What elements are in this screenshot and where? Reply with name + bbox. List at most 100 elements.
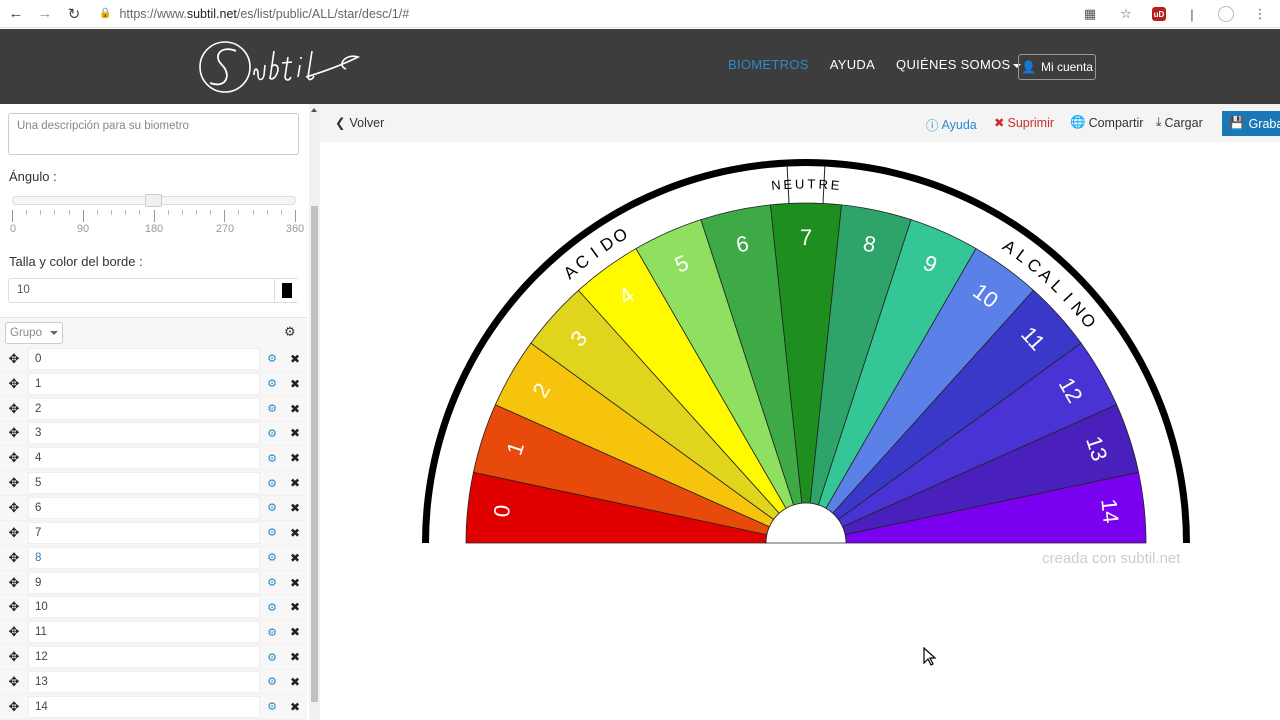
gear-icon[interactable]: ⚙: [260, 352, 284, 365]
sector-label: 0: [489, 504, 515, 519]
account-button[interactable]: 👤 Mi cuenta: [1018, 54, 1096, 80]
gear-icon[interactable]: ⚙: [260, 576, 284, 589]
close-icon[interactable]: ✖: [284, 576, 306, 590]
sector-name-input[interactable]: 14: [28, 695, 260, 718]
move-icon[interactable]: ✥: [0, 425, 28, 441]
nav-biometros[interactable]: BIOMETROS: [728, 57, 809, 72]
biometer-chart[interactable]: 0123456 7 891011121314ACIDON E U T R EALCALINO: [320, 142, 1280, 602]
load-button[interactable]: ⤓ Cargar: [1156, 115, 1203, 130]
gear-icon[interactable]: ⚙: [260, 651, 284, 664]
move-icon[interactable]: ✥: [0, 699, 28, 715]
close-icon[interactable]: ✖: [284, 551, 306, 565]
slider-tick: [195, 210, 197, 215]
move-icon[interactable]: ✥: [0, 450, 28, 466]
translate-icon[interactable]: ▦: [1080, 4, 1100, 24]
sector-name-input[interactable]: 9: [28, 571, 260, 594]
sector-name-input[interactable]: 0: [28, 347, 260, 370]
sector-name-input[interactable]: 3: [28, 422, 260, 445]
ublock-extension-icon[interactable]: uD: [1152, 7, 1166, 21]
description-textarea[interactable]: Una descripción para su biometro: [8, 113, 299, 155]
gear-icon[interactable]: ⚙: [260, 402, 284, 415]
close-icon[interactable]: ✖: [284, 451, 306, 465]
close-icon[interactable]: ✖: [284, 352, 306, 366]
nav-ayuda[interactable]: AYUDA: [830, 57, 875, 72]
sector-list: ✥ 0 ⚙ ✖ ✥ 1 ⚙ ✖ ✥ 2 ⚙ ✖ ✥ 3 ⚙ ✖ ✥ 4 ⚙ ✖ ✥ 5 ⚙ ✖ ✥ 6 ⚙ ✖ ✥ 7 ⚙ ✖ ✥ 8 ⚙ ✖ ✥ 9 ⚙ ✖…: [0, 347, 307, 720]
move-icon[interactable]: ✥: [0, 475, 28, 491]
angle-tick-labels: 0 90 180 270 360: [0, 223, 320, 237]
sector-name-input[interactable]: 7: [28, 521, 260, 544]
address-bar[interactable]: 🔒 https://www. subtil.net/es/list/public/…: [99, 7, 409, 21]
close-icon[interactable]: ✖: [284, 426, 306, 440]
sector-name-input[interactable]: 4: [28, 447, 260, 470]
move-icon[interactable]: ✥: [0, 649, 28, 665]
help-button[interactable]: ⓘ Ayuda: [926, 115, 977, 134]
gear-icon[interactable]: ⚙: [260, 377, 284, 390]
close-icon[interactable]: ✖: [284, 501, 306, 515]
sector-name-input[interactable]: 10: [28, 596, 260, 619]
nav-quienes-somos[interactable]: QUIÉNES SOMOS: [896, 57, 1022, 72]
gear-icon[interactable]: ⚙: [260, 452, 284, 465]
scrollbar-thumb[interactable]: [311, 206, 318, 702]
move-icon[interactable]: ✥: [0, 674, 28, 690]
close-icon[interactable]: ✖: [284, 377, 306, 391]
move-icon[interactable]: ✥: [0, 376, 28, 392]
close-icon[interactable]: ✖: [284, 675, 306, 689]
menu-dots-icon[interactable]: ⋮: [1250, 4, 1270, 24]
gear-icon[interactable]: ⚙: [260, 526, 284, 539]
close-icon[interactable]: ✖: [284, 600, 306, 614]
move-icon[interactable]: ✥: [0, 575, 28, 591]
save-button[interactable]: 💾 Grabar: [1222, 111, 1280, 136]
sector-name-input[interactable]: 11: [28, 621, 260, 644]
back-arrow-icon[interactable]: ←: [3, 1, 29, 27]
delete-button[interactable]: ✖ Suprimir: [994, 115, 1054, 131]
gear-icon[interactable]: ⚙: [260, 675, 284, 688]
sector-name-input[interactable]: 6: [28, 496, 260, 519]
move-icon[interactable]: ✥: [0, 351, 28, 367]
subtil-logo[interactable]: [196, 37, 366, 97]
move-icon[interactable]: ✥: [0, 624, 28, 640]
back-link[interactable]: ❮ Volver: [335, 115, 384, 131]
reload-icon[interactable]: ↻: [61, 1, 87, 27]
gear-icon[interactable]: ⚙: [260, 501, 284, 514]
angle-tick-label: 0: [9, 223, 17, 235]
gear-icon[interactable]: ⚙: [260, 700, 284, 713]
sector-name-input[interactable]: 13: [28, 670, 260, 693]
gear-icon[interactable]: ⚙: [260, 477, 284, 490]
border-color-picker[interactable]: [274, 279, 299, 302]
sector-name-input[interactable]: 8: [28, 546, 260, 569]
credit-text: creada con subtil.net: [1042, 550, 1181, 567]
star-icon[interactable]: ☆: [1116, 4, 1136, 24]
gear-icon[interactable]: ⚙: [260, 551, 284, 564]
move-icon[interactable]: ✥: [0, 525, 28, 541]
angle-tick-label: 180: [144, 223, 164, 235]
close-icon[interactable]: ✖: [284, 625, 306, 639]
share-button[interactable]: 🌐 Compartir: [1070, 115, 1143, 130]
gear-icon[interactable]: ⚙: [260, 427, 284, 440]
move-icon[interactable]: ✥: [0, 401, 28, 417]
sector-name-input[interactable]: 5: [28, 472, 260, 495]
sector-name-input[interactable]: 1: [28, 372, 260, 395]
sector-name-input[interactable]: 2: [28, 397, 260, 420]
move-icon[interactable]: ✥: [0, 550, 28, 566]
close-icon[interactable]: ✖: [284, 476, 306, 490]
gear-icon[interactable]: ⚙: [260, 626, 284, 639]
scroll-up-arrow-icon[interactable]: [311, 108, 317, 112]
move-icon[interactable]: ✥: [0, 599, 28, 615]
group-dropdown-button[interactable]: Grupo: [5, 322, 63, 344]
profile-avatar-icon[interactable]: [1218, 6, 1234, 22]
close-icon[interactable]: ✖: [284, 700, 306, 714]
sidebar-scrollbar[interactable]: [309, 104, 320, 720]
gear-icon[interactable]: ⚙: [284, 324, 296, 340]
list-item: ✥ 8 ⚙ ✖: [0, 545, 307, 571]
group-label-char: E: [783, 177, 793, 192]
list-item: ✥ 2 ⚙ ✖: [0, 396, 307, 422]
angle-slider-handle[interactable]: [145, 194, 162, 207]
close-icon[interactable]: ✖: [284, 650, 306, 664]
gear-icon[interactable]: ⚙: [260, 601, 284, 614]
forward-arrow-icon[interactable]: →: [32, 1, 58, 27]
close-icon[interactable]: ✖: [284, 402, 306, 416]
sector-name-input[interactable]: 12: [28, 646, 260, 669]
move-icon[interactable]: ✥: [0, 500, 28, 516]
close-icon[interactable]: ✖: [284, 526, 306, 540]
border-size-input[interactable]: 10: [8, 278, 299, 303]
